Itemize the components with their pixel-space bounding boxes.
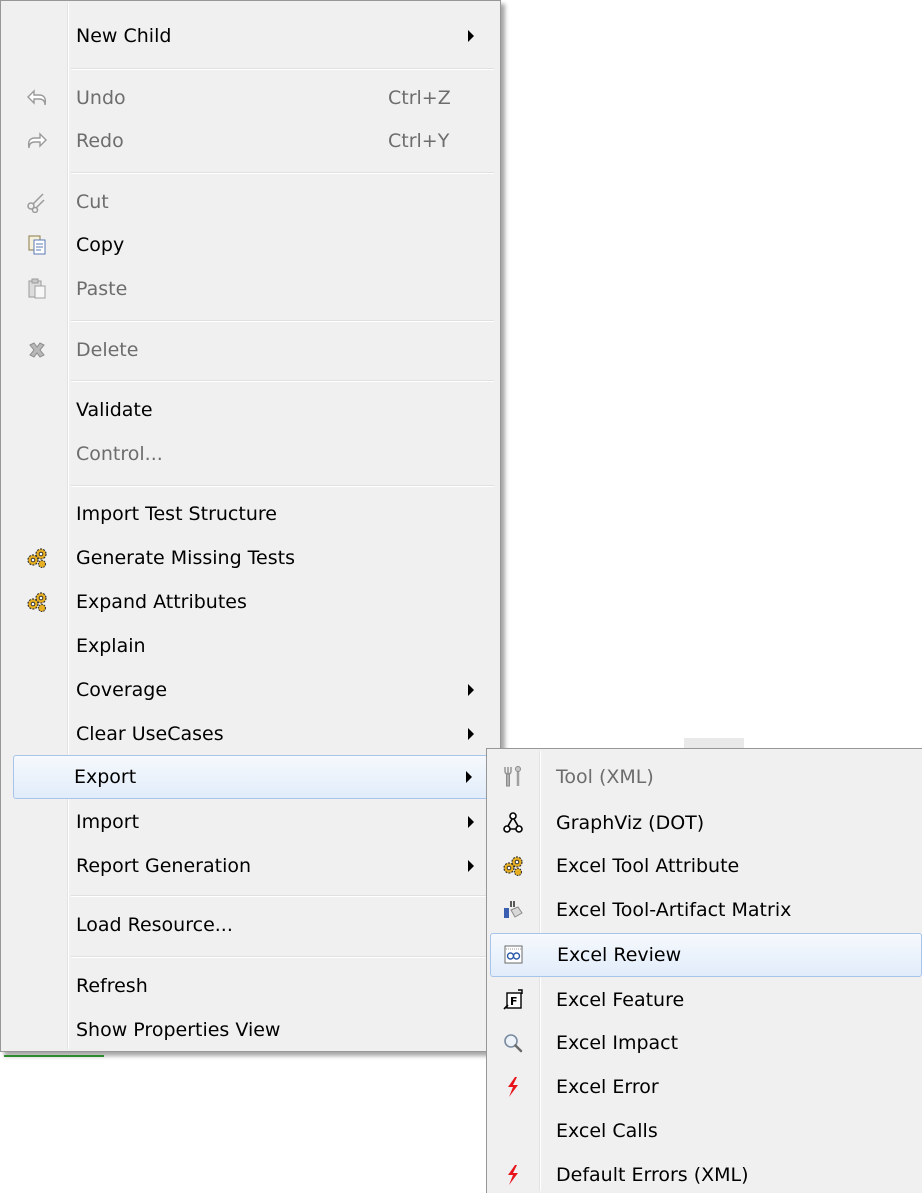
menu-item-label: Cut bbox=[76, 191, 109, 213]
menu-item-label: Import Test Structure bbox=[76, 503, 277, 525]
menu-item-label: Show Properties View bbox=[76, 1019, 281, 1041]
submenu-item-excel-feature[interactable]: F Excel Feature bbox=[490, 978, 919, 1022]
scissors-icon bbox=[20, 181, 54, 223]
menu-item-label: Coverage bbox=[76, 679, 168, 701]
menu-item-redo[interactable]: Redo Ctrl+Y bbox=[4, 120, 497, 162]
menu-item-label: Export bbox=[74, 766, 137, 788]
submenu-arrow-icon bbox=[466, 771, 472, 783]
tool-icon bbox=[496, 755, 530, 799]
context-menu: New Child Undo Ctrl+Z Redo Ctrl+Y Cut Co… bbox=[0, 0, 501, 1052]
paste-icon bbox=[20, 267, 54, 311]
menu-item-shortcut: Ctrl+Y bbox=[388, 130, 450, 152]
delete-icon bbox=[20, 329, 54, 371]
copy-icon bbox=[20, 223, 54, 267]
menu-item-label: Undo bbox=[76, 87, 126, 109]
menu-item-label: Control... bbox=[76, 443, 163, 465]
submenu-item-graphviz-dot[interactable]: GraphViz (DOT) bbox=[490, 801, 919, 845]
menu-item-label: Expand Attributes bbox=[76, 591, 247, 613]
menu-item-coverage[interactable]: Coverage bbox=[4, 668, 497, 712]
menu-item-validate[interactable]: Validate bbox=[4, 389, 497, 431]
submenu-item-label: Tool (XML) bbox=[556, 766, 654, 788]
gears-icon bbox=[496, 844, 530, 888]
review-icon bbox=[497, 934, 531, 976]
menu-item-label: Report Generation bbox=[76, 855, 252, 877]
menu-item-show-properties-view[interactable]: Show Properties View bbox=[4, 1008, 497, 1052]
menu-item-undo[interactable]: Undo Ctrl+Z bbox=[4, 77, 497, 119]
submenu-item-excel-review[interactable]: Excel Review bbox=[490, 933, 922, 977]
menu-item-label: Copy bbox=[76, 234, 125, 256]
menu-item-load-resource[interactable]: Load Resource... bbox=[4, 903, 497, 947]
submenu-item-excel-calls[interactable]: Excel Calls bbox=[490, 1109, 919, 1153]
gears-icon bbox=[20, 580, 54, 624]
submenu-item-label: Excel Error bbox=[556, 1076, 659, 1098]
submenu-item-label: Excel Tool Attribute bbox=[556, 855, 740, 877]
menu-item-export[interactable]: Export bbox=[13, 755, 494, 799]
menu-item-generate-missing-tests[interactable]: Generate Missing Tests bbox=[4, 536, 497, 580]
magnifier-icon bbox=[496, 1021, 530, 1065]
menu-item-paste[interactable]: Paste bbox=[4, 267, 497, 311]
submenu-arrow-icon bbox=[468, 816, 474, 828]
submenu-arrow-icon bbox=[468, 30, 474, 42]
menu-item-cut[interactable]: Cut bbox=[4, 181, 497, 223]
menu-item-label: Import bbox=[76, 811, 140, 833]
undo-icon bbox=[20, 77, 54, 119]
submenu-item-label: GraphViz (DOT) bbox=[556, 812, 705, 834]
menu-item-label: Load Resource... bbox=[76, 914, 233, 936]
menu-item-label: Refresh bbox=[76, 975, 148, 997]
menu-item-report-generation[interactable]: Report Generation bbox=[4, 844, 497, 888]
menu-item-label: Paste bbox=[76, 278, 128, 300]
menu-separator bbox=[71, 320, 494, 322]
menu-item-label: New Child bbox=[76, 25, 172, 47]
submenu-item-label: Excel Tool-Artifact Matrix bbox=[556, 899, 792, 921]
menu-item-label: Validate bbox=[76, 399, 153, 421]
menu-item-label: Clear UseCases bbox=[76, 723, 224, 745]
submenu-item-label: Excel Feature bbox=[556, 989, 685, 1011]
submenu-item-label: Default Errors (XML) bbox=[556, 1164, 749, 1186]
menu-item-shortcut: Ctrl+Z bbox=[388, 87, 451, 109]
menu-item-control[interactable]: Control... bbox=[4, 433, 497, 475]
menu-separator bbox=[71, 68, 494, 70]
background-window-fragment bbox=[684, 738, 744, 748]
submenu-item-excel-error[interactable]: Excel Error bbox=[490, 1065, 919, 1109]
menu-item-import-test-structure[interactable]: Import Test Structure bbox=[4, 493, 497, 535]
submenu-item-label: Excel Impact bbox=[556, 1032, 679, 1054]
menu-item-expand-attributes[interactable]: Expand Attributes bbox=[4, 580, 497, 624]
submenu-item-excel-tool-artifact-matrix[interactable]: Excel Tool-Artifact Matrix bbox=[490, 888, 919, 932]
submenu-item-excel-tool-attribute[interactable]: Excel Tool Attribute bbox=[490, 844, 919, 888]
submenu-item-label: Excel Review bbox=[557, 944, 682, 966]
background-window-edge bbox=[4, 1055, 104, 1057]
redo-icon bbox=[20, 120, 54, 162]
menu-separator bbox=[71, 380, 494, 382]
export-submenu: Tool (XML) GraphViz (DOT) Excel Tool Att… bbox=[486, 748, 922, 1193]
menu-item-explain[interactable]: Explain bbox=[4, 624, 497, 668]
submenu-arrow-icon bbox=[468, 728, 474, 740]
gears-icon bbox=[20, 536, 54, 580]
feature-icon: F bbox=[496, 978, 530, 1022]
submenu-item-excel-impact[interactable]: Excel Impact bbox=[490, 1021, 919, 1065]
submenu-item-label: Excel Calls bbox=[556, 1120, 658, 1142]
lightning-icon bbox=[496, 1065, 530, 1109]
menu-item-new-child[interactable]: New Child bbox=[4, 15, 497, 57]
menu-item-delete[interactable]: Delete bbox=[4, 329, 497, 371]
menu-separator bbox=[71, 485, 494, 487]
menu-item-label: Delete bbox=[76, 339, 139, 361]
menu-item-label: Redo bbox=[76, 130, 124, 152]
submenu-arrow-icon bbox=[468, 684, 474, 696]
submenu-item-tool-xml[interactable]: Tool (XML) bbox=[490, 755, 919, 799]
menu-item-label: Generate Missing Tests bbox=[76, 547, 295, 569]
menu-item-refresh[interactable]: Refresh bbox=[4, 964, 497, 1008]
submenu-item-default-errors-xml[interactable]: Default Errors (XML) bbox=[490, 1153, 919, 1193]
lightning-icon bbox=[496, 1153, 530, 1193]
svg-text:F: F bbox=[510, 995, 518, 1008]
menu-item-clear-usecases[interactable]: Clear UseCases bbox=[4, 712, 497, 756]
menu-item-label: Explain bbox=[76, 635, 146, 657]
submenu-arrow-icon bbox=[468, 860, 474, 872]
menu-separator bbox=[71, 956, 494, 958]
graph-icon bbox=[496, 801, 530, 845]
menu-item-copy[interactable]: Copy bbox=[4, 223, 497, 267]
matrix-icon bbox=[496, 888, 530, 932]
menu-separator bbox=[71, 895, 494, 897]
menu-item-import[interactable]: Import bbox=[4, 800, 497, 844]
menu-separator bbox=[71, 172, 494, 174]
